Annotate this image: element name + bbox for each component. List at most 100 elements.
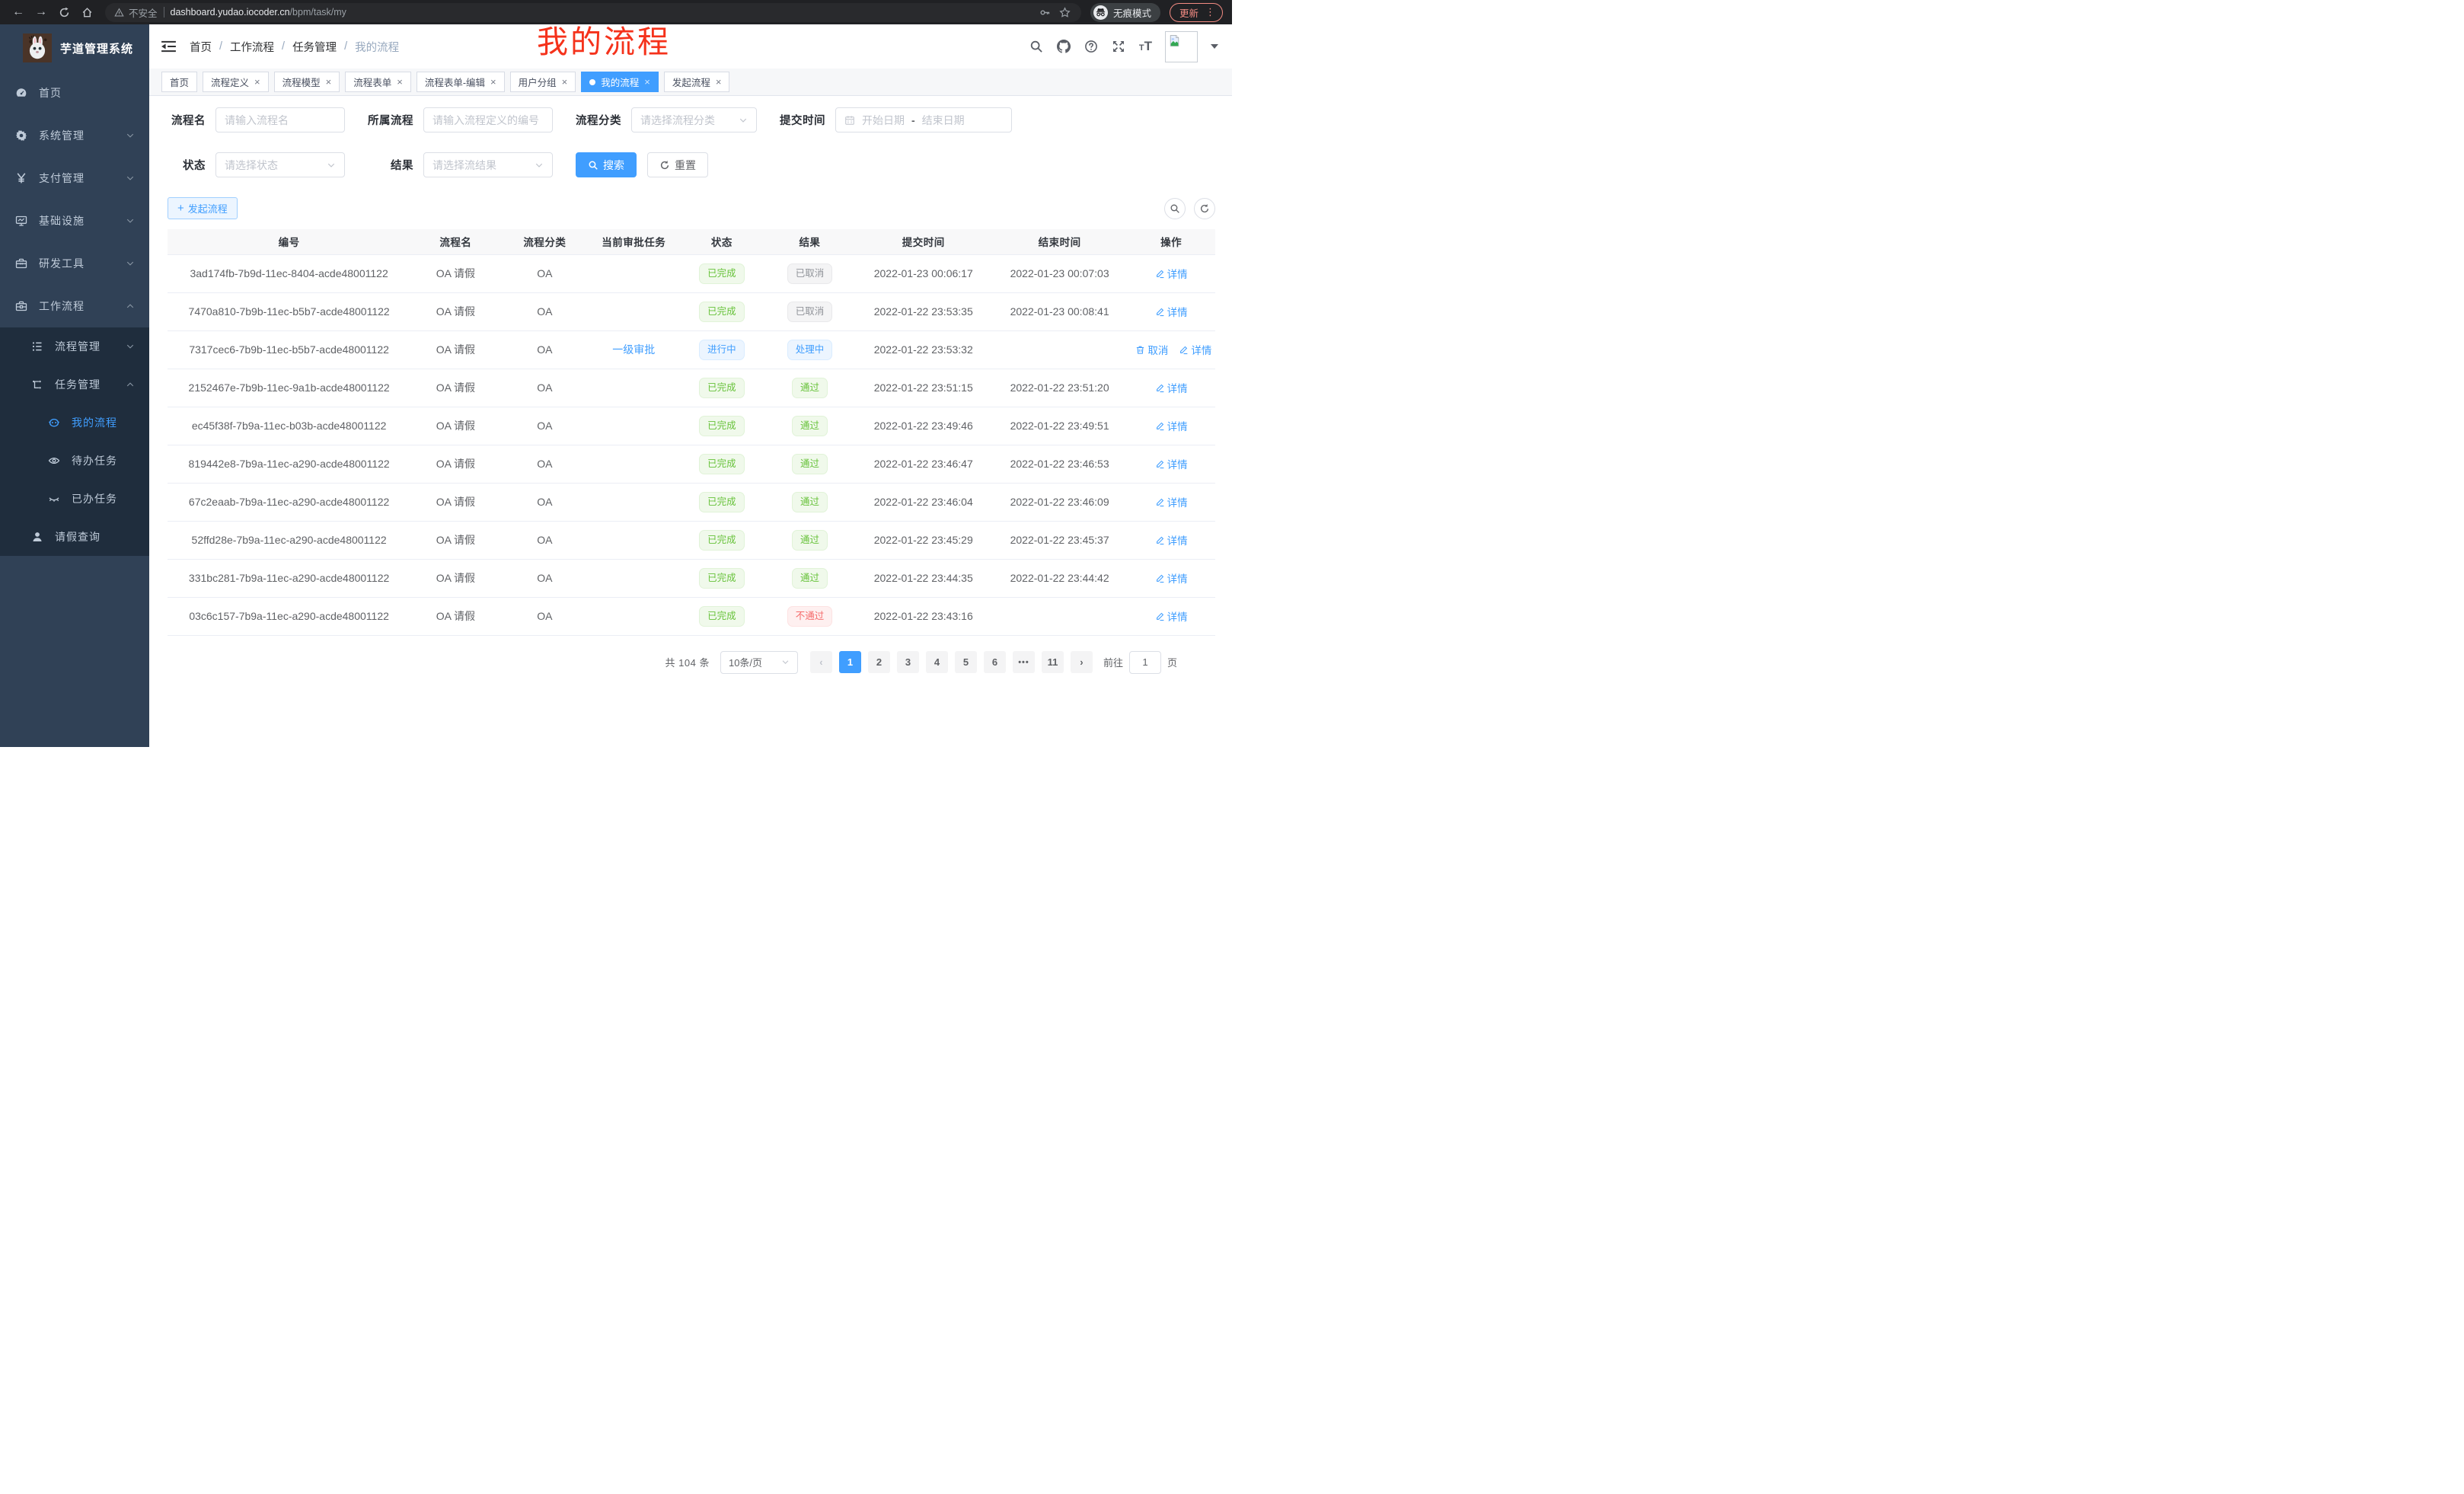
- sidebar-item-system[interactable]: 系统管理: [0, 114, 149, 157]
- page-button-3[interactable]: 3: [897, 651, 919, 673]
- breadcrumb-home[interactable]: 首页: [190, 39, 212, 55]
- browser-menu-icon[interactable]: ⋮: [1205, 6, 1215, 18]
- process-name-input[interactable]: [215, 107, 345, 132]
- sidebar-item-workflow[interactable]: 工作流程: [0, 285, 149, 327]
- close-icon[interactable]: ×: [490, 76, 496, 88]
- detail-link[interactable]: 详情: [1179, 342, 1211, 357]
- detail-link[interactable]: 详情: [1155, 608, 1188, 624]
- github-icon[interactable]: [1057, 40, 1071, 54]
- sidebar-item-done-task[interactable]: 已办任务: [0, 480, 149, 518]
- home-icon[interactable]: [78, 3, 96, 21]
- total-count: 共 104 条: [665, 655, 710, 669]
- tab-首页[interactable]: 首页: [161, 72, 197, 92]
- tab-用户分组[interactable]: 用户分组×: [510, 72, 576, 92]
- avatar-caret-icon[interactable]: [1211, 44, 1218, 49]
- reload-icon[interactable]: [55, 3, 73, 21]
- address-bar[interactable]: 不安全 dashboard.yudao.iocoder.cn/bpm/task/…: [105, 3, 1081, 22]
- sidebar-item-process-mgmt[interactable]: 流程管理: [0, 327, 149, 366]
- reset-button[interactable]: 重置: [647, 152, 708, 177]
- cell-actions: 详情: [1127, 254, 1215, 292]
- cell-actions: 详情: [1127, 445, 1215, 483]
- date-separator: -: [911, 114, 915, 126]
- end-date-placeholder: 结束日期: [922, 113, 965, 128]
- avatar[interactable]: [1165, 31, 1198, 62]
- next-page-button[interactable]: ›: [1071, 651, 1093, 673]
- page-button-...[interactable]: •••: [1013, 651, 1035, 673]
- font-size-icon[interactable]: TT: [1139, 39, 1152, 54]
- process-definition-input[interactable]: [423, 107, 553, 132]
- sidebar-menu: 首页系统管理支付管理基础设施研发工具工作流程流程管理任务管理我的流程待办任务已办…: [0, 72, 149, 556]
- search-button[interactable]: 搜索: [576, 152, 637, 177]
- logo-row[interactable]: 芋道管理系统: [0, 24, 149, 72]
- tab-我的流程[interactable]: 我的流程×: [581, 72, 659, 92]
- create-process-button[interactable]: + 发起流程: [168, 197, 238, 219]
- refresh-button[interactable]: [1194, 198, 1215, 219]
- breadcrumb-task-mgmt[interactable]: 任务管理: [292, 39, 337, 55]
- cell-name: OA 请假: [410, 521, 500, 559]
- show-search-button[interactable]: [1164, 198, 1186, 219]
- detail-link[interactable]: 详情: [1155, 418, 1188, 433]
- cell-status: 已完成: [678, 445, 764, 483]
- search-icon[interactable]: [1029, 40, 1044, 54]
- close-icon[interactable]: ×: [644, 76, 650, 88]
- process-category-select[interactable]: 请选择流程分类: [631, 107, 757, 132]
- page-size-select[interactable]: 10条/页: [720, 651, 798, 674]
- page-goto-input[interactable]: [1129, 651, 1161, 674]
- prev-page-button[interactable]: ‹: [810, 651, 832, 673]
- sidebar-item-leave-query[interactable]: 请假查询: [0, 518, 149, 556]
- sidebar-item-my-process[interactable]: 我的流程: [0, 404, 149, 442]
- page-content: 流程名 所属流程 流程分类 请选择流程分类: [149, 96, 1232, 747]
- result-select[interactable]: 请选择流结果: [423, 152, 553, 177]
- cell-end-time: 2022-01-22 23:44:42: [992, 559, 1128, 597]
- help-icon[interactable]: [1084, 40, 1099, 54]
- password-key-icon[interactable]: [1039, 5, 1052, 19]
- sidebar-item-payment[interactable]: 支付管理: [0, 157, 149, 200]
- detail-link[interactable]: 详情: [1155, 456, 1188, 471]
- close-icon[interactable]: ×: [254, 76, 260, 88]
- detail-link[interactable]: 详情: [1155, 532, 1188, 547]
- sidebar-item-infra[interactable]: 基础设施: [0, 200, 149, 242]
- sidebar-item-task-mgmt[interactable]: 任务管理: [0, 366, 149, 404]
- page-button-1[interactable]: 1: [839, 651, 861, 673]
- detail-link[interactable]: 详情: [1155, 494, 1188, 509]
- sidebar-item-label: 首页: [39, 85, 136, 101]
- back-icon[interactable]: ←: [9, 3, 27, 21]
- browser-update-button[interactable]: 更新 ⋮: [1170, 3, 1223, 22]
- current-task-link[interactable]: 一级审批: [612, 343, 655, 356]
- cancel-link[interactable]: 取消: [1135, 342, 1168, 357]
- detail-link[interactable]: 详情: [1155, 266, 1188, 281]
- page-button-6[interactable]: 6: [984, 651, 1006, 673]
- tab-流程表单-编辑[interactable]: 流程表单-编辑×: [417, 72, 505, 92]
- tab-流程表单[interactable]: 流程表单×: [345, 72, 411, 92]
- sidebar-item-home[interactable]: 首页: [0, 72, 149, 114]
- tab-发起流程[interactable]: 发起流程×: [664, 72, 730, 92]
- forward-icon[interactable]: →: [32, 3, 50, 21]
- fullscreen-icon[interactable]: [1112, 40, 1126, 54]
- detail-link[interactable]: 详情: [1155, 380, 1188, 395]
- tab-流程定义[interactable]: 流程定义×: [203, 72, 269, 92]
- sidebar-item-todo-task[interactable]: 待办任务: [0, 442, 149, 480]
- bookmark-star-icon[interactable]: [1058, 5, 1072, 19]
- sidebar-item-label: 支付管理: [39, 171, 126, 186]
- sidebar-collapse-icon[interactable]: [161, 40, 176, 53]
- detail-link[interactable]: 详情: [1155, 304, 1188, 319]
- status-select[interactable]: 请选择状态: [215, 152, 345, 177]
- page-button-5[interactable]: 5: [955, 651, 977, 673]
- page-button-11[interactable]: 11: [1042, 651, 1064, 673]
- tab-流程模型[interactable]: 流程模型×: [274, 72, 340, 92]
- close-icon[interactable]: ×: [716, 76, 722, 88]
- page-button-2[interactable]: 2: [868, 651, 890, 673]
- cell-current-task: [589, 483, 678, 521]
- close-icon[interactable]: ×: [397, 76, 403, 88]
- cell-id: 03c6c157-7b9a-11ec-a290-acde48001122: [168, 597, 410, 635]
- submit-time-range[interactable]: 开始日期 - 结束日期: [835, 107, 1012, 132]
- cell-category: OA: [501, 597, 589, 635]
- breadcrumb-workflow[interactable]: 工作流程: [230, 39, 274, 55]
- security-warning[interactable]: 不安全: [114, 5, 158, 20]
- detail-link[interactable]: 详情: [1155, 570, 1188, 586]
- sidebar-item-devtools[interactable]: 研发工具: [0, 242, 149, 285]
- close-icon[interactable]: ×: [562, 76, 568, 88]
- page-button-4[interactable]: 4: [926, 651, 948, 673]
- close-icon[interactable]: ×: [326, 76, 332, 88]
- column-header: 提交时间: [855, 229, 992, 254]
